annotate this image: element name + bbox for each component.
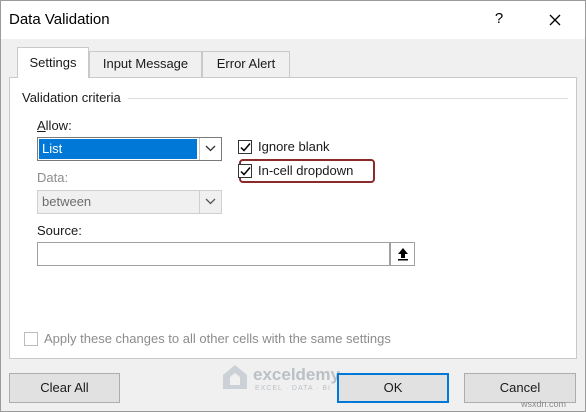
help-button[interactable]: ? (489, 9, 509, 29)
upload-arrow-icon (398, 248, 408, 261)
data-label: Data: (37, 170, 69, 185)
watermark-name: exceldemy (253, 365, 340, 384)
source-input[interactable] (37, 242, 390, 266)
in-cell-dropdown-label: In-cell dropdown (258, 163, 354, 178)
ok-button[interactable]: OK (337, 373, 449, 403)
tab-settings[interactable]: Settings (17, 47, 89, 78)
allow-label: Allow: (37, 118, 72, 133)
title-bar: Data Validation ? (1, 1, 585, 39)
in-cell-dropdown-checkbox[interactable] (238, 164, 252, 178)
house-logo-icon (223, 365, 247, 389)
ignore-blank-label: Ignore blank (258, 139, 330, 154)
in-cell-dropdown-row[interactable]: In-cell dropdown (238, 162, 373, 182)
ignore-blank-checkbox[interactable] (238, 140, 252, 154)
allow-value: List (39, 139, 197, 159)
apply-all-checkbox[interactable] (24, 332, 38, 346)
tab-input-message[interactable]: Input Message (89, 51, 202, 77)
allow-label-rest: llow: (45, 118, 72, 133)
checkmark-icon (240, 167, 251, 176)
checkmark-icon (240, 143, 251, 152)
data-dropdown[interactable]: between (37, 190, 222, 214)
allow-dropdown-arrow[interactable] (199, 138, 221, 160)
group-label: Validation criteria (22, 90, 121, 105)
allow-dropdown[interactable]: List (37, 137, 222, 161)
close-icon (549, 14, 561, 26)
collapse-dialog-button[interactable] (390, 242, 415, 266)
data-dropdown-arrow[interactable] (199, 191, 221, 213)
source-label: Source: (37, 223, 82, 238)
apply-all-label: Apply these changes to all other cells w… (44, 331, 391, 346)
apply-all-row[interactable]: Apply these changes to all other cells w… (24, 330, 404, 350)
chevron-down-icon (205, 145, 216, 152)
settings-panel: Validation criteria Allow: List Data: be… (9, 77, 577, 359)
watermark-tagline: EXCEL · DATA · BI (255, 385, 331, 392)
dialog-title: Data Validation (9, 11, 110, 28)
data-validation-dialog: Data Validation ? Settings Input Message… (0, 0, 586, 412)
close-button[interactable] (541, 7, 569, 33)
data-value: between (42, 194, 92, 209)
tab-error-alert[interactable]: Error Alert (202, 51, 290, 77)
chevron-down-icon (205, 198, 216, 205)
ignore-blank-row[interactable]: Ignore blank (238, 138, 378, 158)
site-watermark: wsxdn.com (521, 399, 567, 409)
group-divider (128, 98, 568, 99)
clear-all-button[interactable]: Clear All (9, 373, 120, 403)
